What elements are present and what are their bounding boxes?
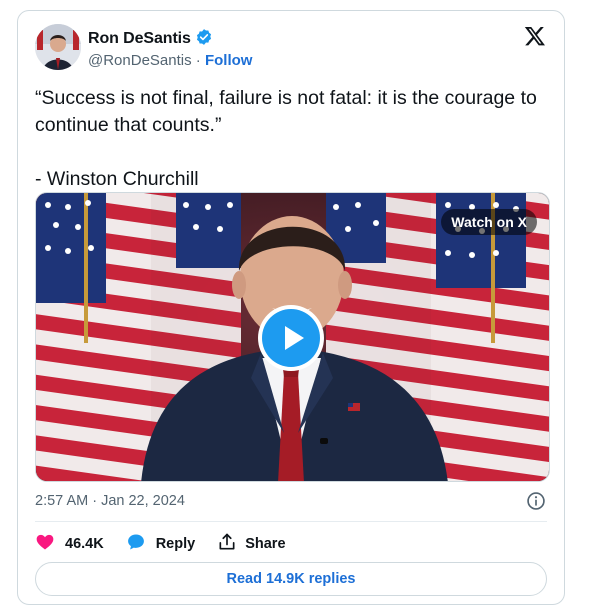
tweet-timestamp[interactable]: 2:57 AM · Jan 22, 2024 (35, 493, 185, 509)
avatar-image (35, 24, 81, 70)
author-handle[interactable]: @RonDeSantis (88, 52, 192, 69)
verified-badge-icon (195, 28, 213, 51)
x-logo-icon[interactable] (524, 25, 546, 47)
author-name-text[interactable]: Ron DeSantis (88, 30, 191, 47)
divider (35, 521, 547, 522)
play-button[interactable] (258, 305, 324, 371)
info-icon[interactable] (526, 491, 546, 511)
author-meta: @RonDeSantis · Follow (88, 52, 252, 69)
follow-link[interactable]: Follow (205, 52, 253, 69)
play-icon (285, 326, 304, 350)
author-name[interactable]: Ron DeSantis (88, 28, 213, 51)
tweet-text: “Success is not final, failure is not fa… (35, 87, 537, 190)
heart-icon (35, 532, 55, 557)
reply-button[interactable]: Reply (126, 532, 196, 557)
share-label: Share (245, 536, 286, 552)
reply-label: Reply (155, 536, 196, 552)
watch-on-x-badge[interactable]: Watch on X (441, 209, 537, 235)
speech-bubble-icon (126, 532, 146, 557)
share-button[interactable]: Share (217, 532, 286, 557)
play-button-circle (262, 309, 320, 367)
read-replies-button[interactable]: Read 14.9K replies (35, 562, 547, 596)
video-thumbnail[interactable]: Watch on X (35, 192, 550, 482)
share-upload-icon (217, 532, 237, 557)
action-bar: 46.4K Reply Share (35, 532, 308, 556)
like-count: 46.4K (65, 536, 104, 552)
tweet-embed-card: Ron DeSantis @RonDeSantis · Follow “Succ… (17, 10, 565, 605)
avatar[interactable] (35, 24, 81, 70)
like-button[interactable]: 46.4K (35, 532, 104, 557)
meta-separator: · (195, 52, 201, 69)
